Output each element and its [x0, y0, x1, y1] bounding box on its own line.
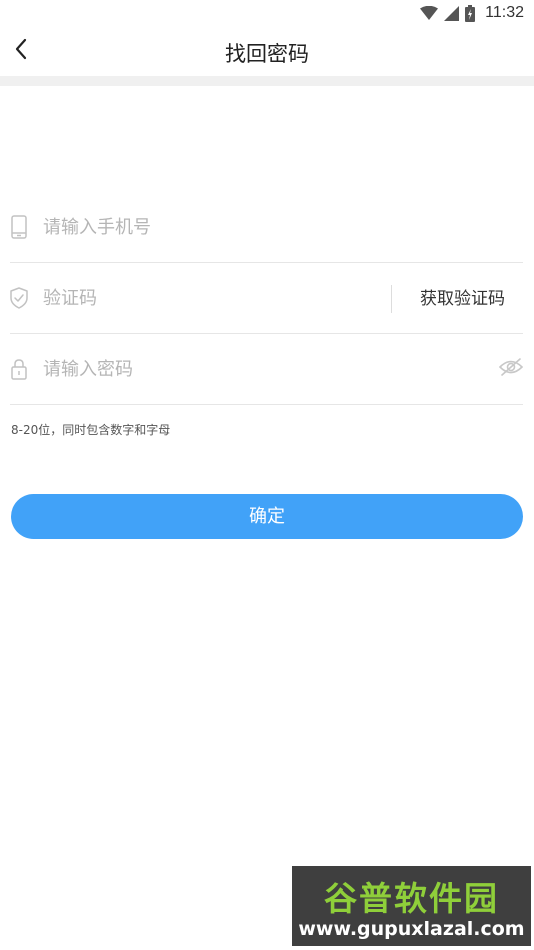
- status-icons: 11:32: [420, 3, 524, 23]
- watermark-url: www.gupuxlazal.com: [298, 918, 525, 940]
- nav-bar: 找回密码: [0, 26, 534, 76]
- wifi-icon: [420, 6, 439, 20]
- battery-charging-icon: [465, 4, 476, 22]
- password-field: [10, 334, 524, 405]
- watermark-title: 谷普软件园: [324, 879, 499, 918]
- eye-off-icon: [498, 358, 524, 380]
- shield-check-icon: [10, 284, 28, 312]
- status-bar: 11:32: [0, 0, 534, 26]
- watermark-logo: 谷普软件园 www.gupuxlazal.com: [292, 866, 531, 946]
- confirm-button[interactable]: 确定: [11, 494, 523, 539]
- phone-field: [10, 192, 523, 263]
- get-code-button[interactable]: 获取验证码: [402, 285, 523, 313]
- code-divider: [391, 285, 392, 313]
- password-input[interactable]: [43, 348, 483, 390]
- verification-code-field: 获取验证码: [10, 263, 523, 334]
- cell-signal-icon: [444, 5, 460, 21]
- lock-icon: [10, 355, 28, 383]
- header-divider: [0, 76, 534, 86]
- phone-icon: [10, 213, 28, 241]
- page-title: 找回密码: [225, 42, 309, 66]
- verification-code-input[interactable]: [43, 277, 383, 319]
- status-time: 11:32: [485, 4, 524, 21]
- password-visibility-toggle[interactable]: [498, 358, 524, 380]
- password-hint: 8-20位，同时包含数字和字母: [11, 423, 171, 437]
- phone-input[interactable]: [43, 206, 513, 248]
